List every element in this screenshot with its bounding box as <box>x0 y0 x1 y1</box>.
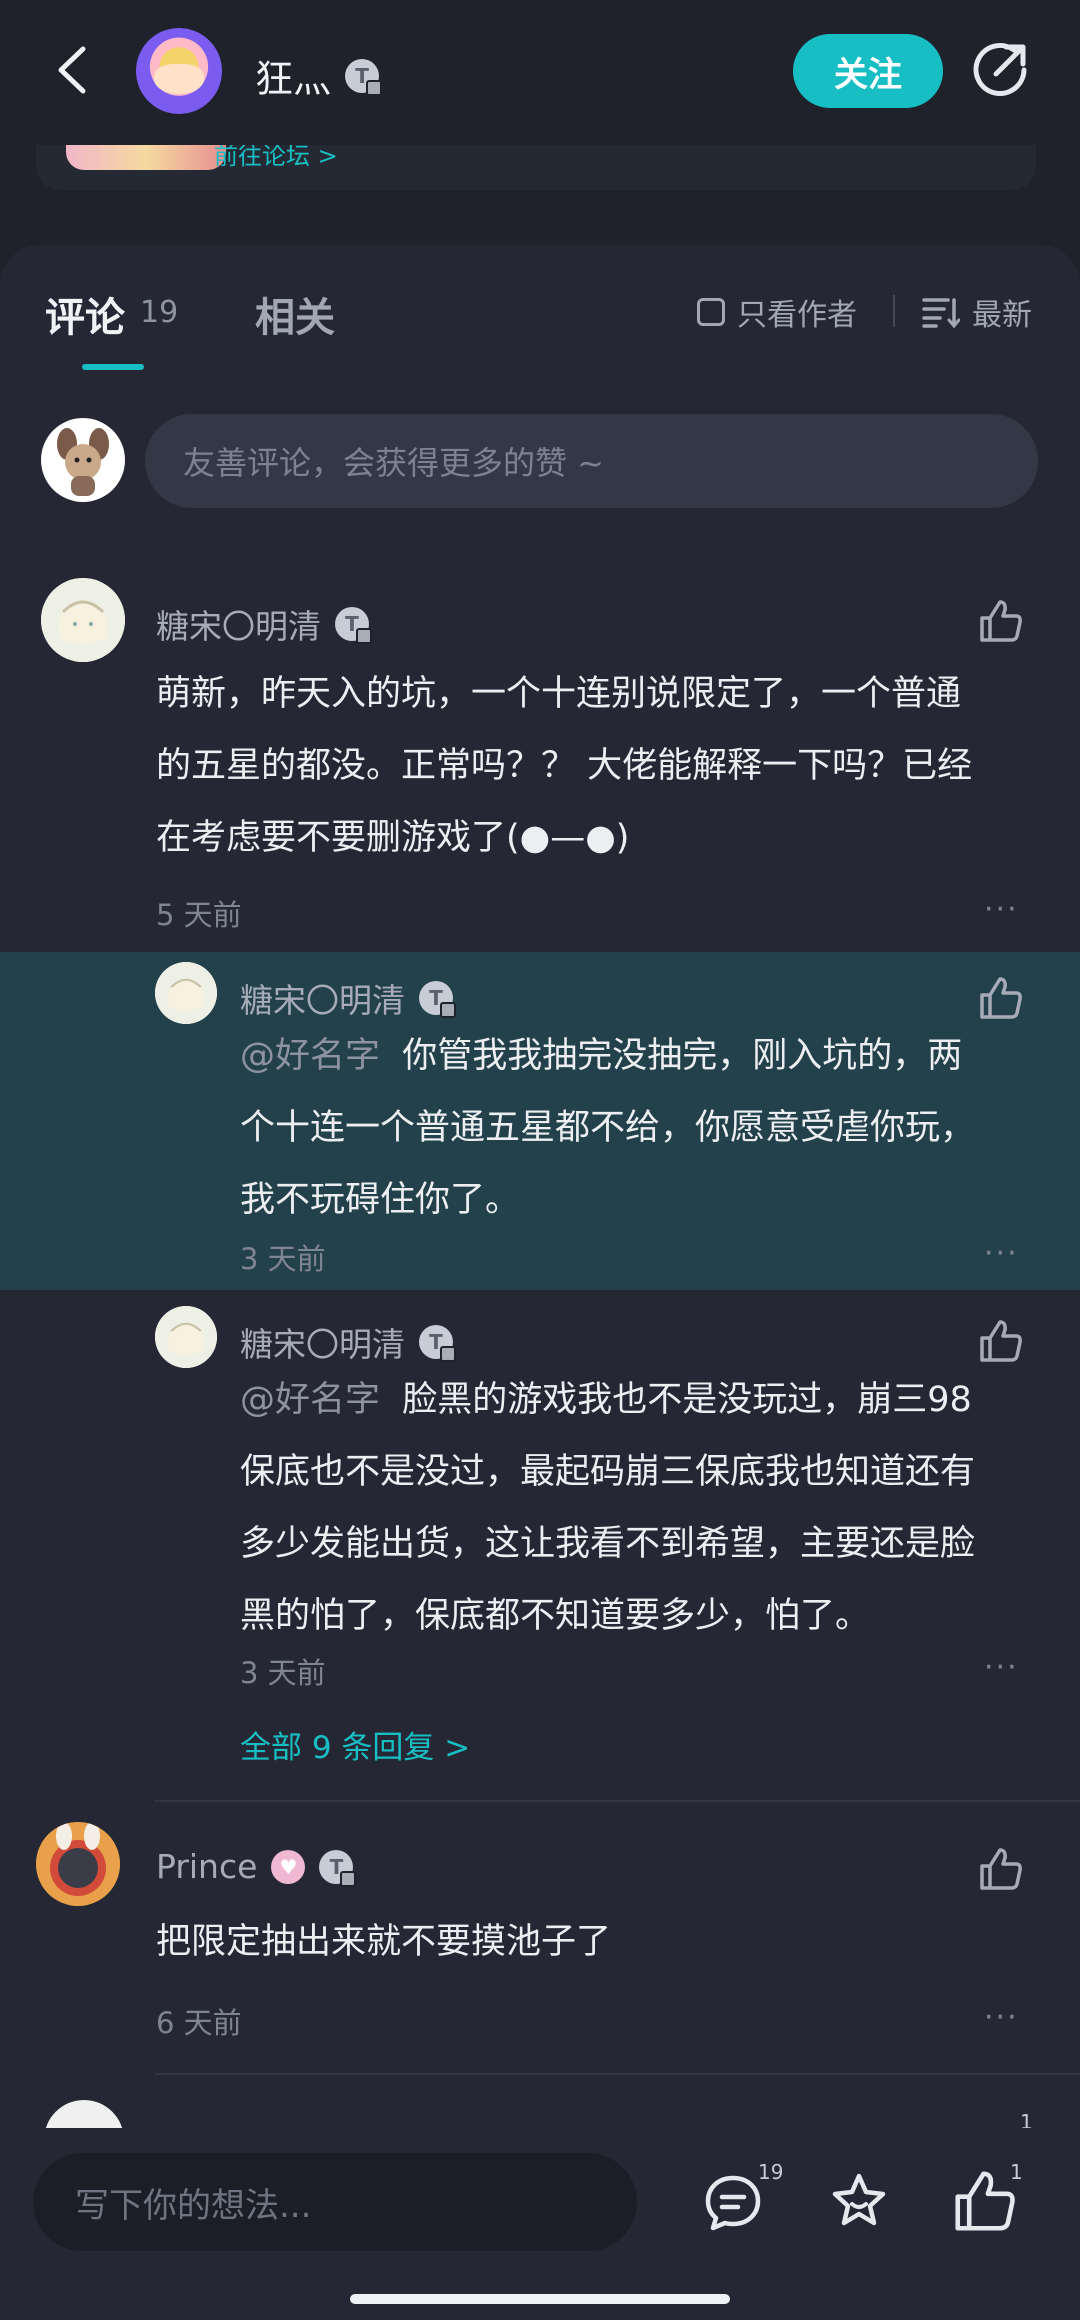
divider <box>893 295 895 327</box>
more-options-button[interactable]: ··· <box>984 1650 1019 1685</box>
reply-time: 3 天前 <box>240 1242 326 1276</box>
comments-count: 19 <box>140 295 179 330</box>
reply-text-line: 脸黑的游戏我也不是没玩过，崩三98 <box>402 1380 972 1420</box>
sort-button[interactable]: 最新 <box>922 290 1032 334</box>
comment-text: 把限定抽出来就不要摸池子了 <box>156 1906 1036 1978</box>
commenter-avatar[interactable] <box>36 1822 120 1906</box>
like-icon <box>955 2171 1015 2231</box>
comment-text-line: 的五星的都没。正常吗？？ 大佬能解释一下吗？已经 <box>156 746 973 786</box>
comment-text-line: 在考虑要不要删游戏了(●—●) <box>156 818 630 858</box>
sort-label: 最新 <box>972 298 1032 333</box>
reply-avatar[interactable] <box>155 962 217 1024</box>
author-name-row[interactable]: 狂灬 T <box>255 48 383 103</box>
more-options-button[interactable]: ··· <box>984 892 1019 927</box>
like-button[interactable] <box>978 975 1024 1021</box>
reply-text: @好名字 脸黑的游戏我也不是没玩过，崩三98 保底也不是没过，最起码崩三保底我也… <box>240 1364 1040 1652</box>
commenter-avatar-image <box>41 578 125 662</box>
home-indicator <box>350 2294 730 2304</box>
reply-text-line: 保底也不是没过，最起码崩三保底我也知道还有 <box>240 1452 976 1492</box>
comment-input[interactable]: 友善评论，会获得更多的赞 ~ <box>145 414 1038 508</box>
top-bar: 狂灬 T 关注 <box>0 0 1080 145</box>
thumbs-up-icon <box>980 1320 1022 1362</box>
level-badge-icon: T <box>319 1849 357 1887</box>
author-only-toggle[interactable]: 只看作者 <box>697 290 857 334</box>
more-options-button[interactable]: ··· <box>984 1236 1019 1271</box>
rabbit-badge-icon: ♥ <box>271 1849 306 1884</box>
comment-author-row[interactable]: 糖宋〇明清 T <box>156 600 372 648</box>
level-badge-icon: T <box>419 1325 456 1362</box>
comment-time: 5 天前 <box>156 898 242 932</box>
active-tab-indicator <box>82 364 144 370</box>
like-button[interactable] <box>978 1846 1024 1892</box>
like-button[interactable] <box>978 1318 1024 1364</box>
reply-author[interactable]: 糖宋〇明清 <box>240 974 405 1022</box>
like-post-button[interactable] <box>952 2168 1018 2234</box>
share-button[interactable] <box>970 40 1030 100</box>
sort-icon <box>922 298 960 328</box>
reply-author-row[interactable]: 糖宋〇明清 T <box>240 1318 456 1366</box>
author-avatar[interactable] <box>136 28 222 114</box>
reply-author-row[interactable]: 糖宋〇明清 T <box>240 974 456 1022</box>
write-comment-input[interactable]: 写下你的想法... <box>33 2153 637 2251</box>
comment-text-line: 把限定抽出来就不要摸池子了 <box>156 1922 612 1962</box>
reply-text-line: 你管我我抽完没抽完，刚入坑的，两 <box>402 1036 963 1076</box>
comment-count: 19 <box>758 2160 784 2184</box>
star-icon <box>832 2173 886 2226</box>
checkbox-icon[interactable] <box>697 298 725 326</box>
tab-comments[interactable]: 评论 <box>45 285 125 343</box>
thumbs-up-icon <box>980 600 1022 642</box>
favorite-button[interactable] <box>826 2168 892 2234</box>
reply-text-line: 多少发能出货，这让我看不到希望，主要还是脸 <box>240 1524 976 1564</box>
back-button[interactable] <box>42 38 102 102</box>
my-avatar <box>41 418 125 502</box>
comment-time: 6 天前 <box>156 2006 242 2040</box>
reply-text-line: 个十连一个普通五星都不给，你愿意受虐你玩， <box>240 1108 976 1148</box>
comment-icon <box>705 2175 761 2231</box>
thumbs-up-icon <box>980 1848 1022 1890</box>
comment-author[interactable]: Prince <box>156 1847 257 1886</box>
reply-mention[interactable]: @好名字 <box>240 1380 380 1420</box>
reply-text-line: 黑的怕了，保底都不知道要多少，怕了。 <box>240 1596 871 1636</box>
view-all-replies-link[interactable]: 全部 9 条回复 > <box>240 1722 470 1767</box>
reply-text: @好名字 你管我我抽完没抽完，刚入坑的，两 个十连一个普通五星都不给，你愿意受虐… <box>240 1020 1040 1236</box>
comment-author-row[interactable]: Prince ♥ T <box>156 1847 357 1887</box>
back-arrow-icon <box>58 46 86 94</box>
comment-separator <box>155 1800 1080 1802</box>
like-count: 1 <box>1010 2160 1023 2184</box>
commenter-avatar-image <box>36 1822 120 1906</box>
reply-time: 3 天前 <box>240 1656 326 1690</box>
share-icon <box>973 43 1027 96</box>
tab-related[interactable]: 相关 <box>255 285 335 343</box>
level-badge-icon: T <box>335 607 372 644</box>
follow-button[interactable]: 关注 <box>793 34 943 108</box>
reply-text-line: 我不玩碍住你了。 <box>240 1180 521 1220</box>
level-badge-icon: T <box>345 58 383 96</box>
comment-author[interactable]: 糖宋〇明清 <box>156 600 321 648</box>
like-button[interactable] <box>978 598 1024 644</box>
comment-separator <box>155 2073 1080 2075</box>
comment-text-line: 萌新，昨天入的坑，一个十连别说限定了，一个普通 <box>156 674 962 714</box>
author-name[interactable]: 狂灬 <box>255 48 331 103</box>
comment-text: 萌新，昨天入的坑，一个十连别说限定了，一个普通 的五星的都没。正常吗？？ 大佬能… <box>156 658 1036 874</box>
commenter-avatar[interactable] <box>41 578 125 662</box>
level-badge-icon: T <box>419 981 456 1018</box>
reply-avatar-image <box>155 1306 217 1368</box>
reply-author[interactable]: 糖宋〇明清 <box>240 1318 405 1366</box>
author-only-label: 只看作者 <box>737 298 857 333</box>
more-options-button[interactable]: ··· <box>984 2000 1019 2035</box>
reply-avatar-image <box>155 962 217 1024</box>
my-avatar-image <box>57 428 109 496</box>
thumbs-up-icon <box>980 977 1022 1019</box>
reply-avatar[interactable] <box>155 1306 217 1368</box>
reply-mention[interactable]: @好名字 <box>240 1036 380 1076</box>
comment-button[interactable] <box>700 2170 766 2236</box>
